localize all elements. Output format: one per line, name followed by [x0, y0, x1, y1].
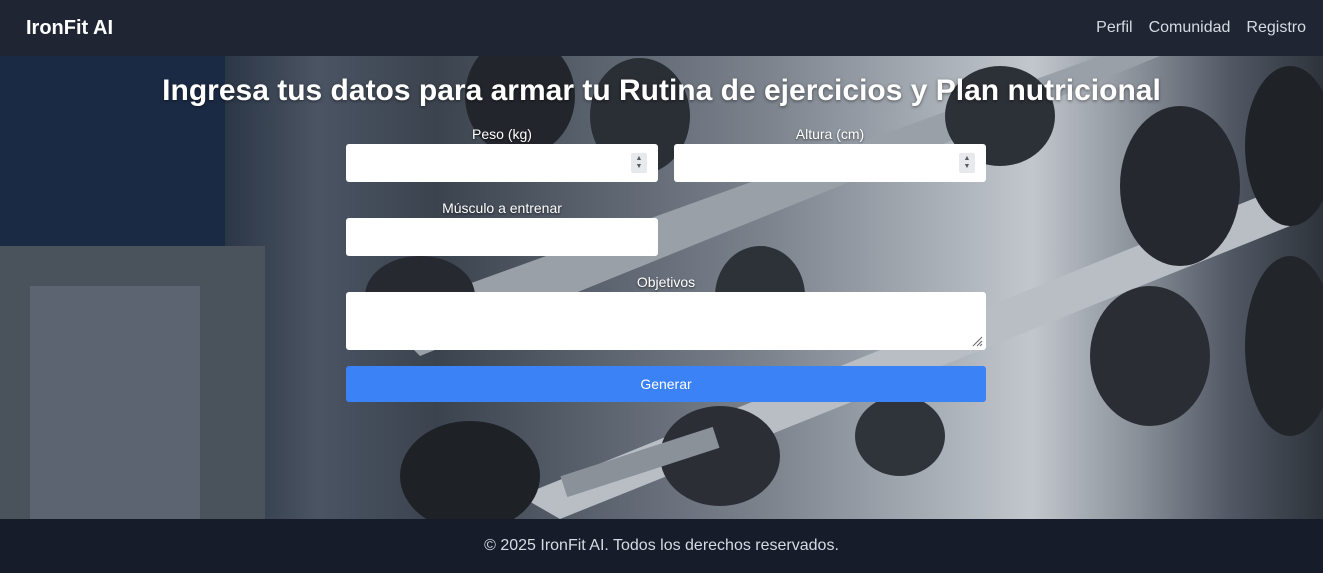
peso-stepper[interactable]: ▲ ▼ — [631, 153, 647, 173]
copyright-text: © 2025 IronFit AI. Todos los derechos re… — [484, 537, 839, 554]
musculo-input[interactable] — [346, 218, 658, 256]
navbar: IronFit AI Perfil Comunidad Registro — [0, 0, 1323, 56]
nav-link-registro[interactable]: Registro — [1246, 19, 1306, 37]
chevron-up-icon[interactable]: ▲ — [636, 155, 643, 163]
objetivos-label: Objetivos — [636, 274, 696, 290]
chevron-up-icon[interactable]: ▲ — [964, 155, 971, 163]
peso-input[interactable] — [346, 144, 658, 182]
nav-link-perfil[interactable]: Perfil — [1096, 19, 1132, 37]
page-title: Ingresa tus datos para armar tu Rutina d… — [162, 74, 1161, 107]
musculo-label: Músculo a entrenar — [442, 200, 562, 216]
footer: © 2025 IronFit AI. Todos los derechos re… — [0, 519, 1323, 573]
altura-label: Altura (cm) — [795, 126, 865, 142]
generate-button[interactable]: Generar — [346, 366, 986, 402]
hero-section: Ingresa tus datos para armar tu Rutina d… — [0, 56, 1323, 519]
chevron-down-icon[interactable]: ▼ — [964, 163, 971, 171]
objetivos-textarea[interactable] — [346, 292, 986, 350]
peso-label: Peso (kg) — [472, 126, 532, 142]
altura-stepper[interactable]: ▲ ▼ — [959, 153, 975, 173]
brand-logo[interactable]: IronFit AI — [26, 17, 113, 40]
chevron-down-icon[interactable]: ▼ — [636, 163, 643, 171]
nav-link-comunidad[interactable]: Comunidad — [1149, 19, 1231, 37]
resize-handle-icon[interactable] — [971, 335, 983, 347]
altura-input[interactable] — [674, 144, 986, 182]
nav-links: Perfil Comunidad Registro — [1096, 19, 1306, 37]
